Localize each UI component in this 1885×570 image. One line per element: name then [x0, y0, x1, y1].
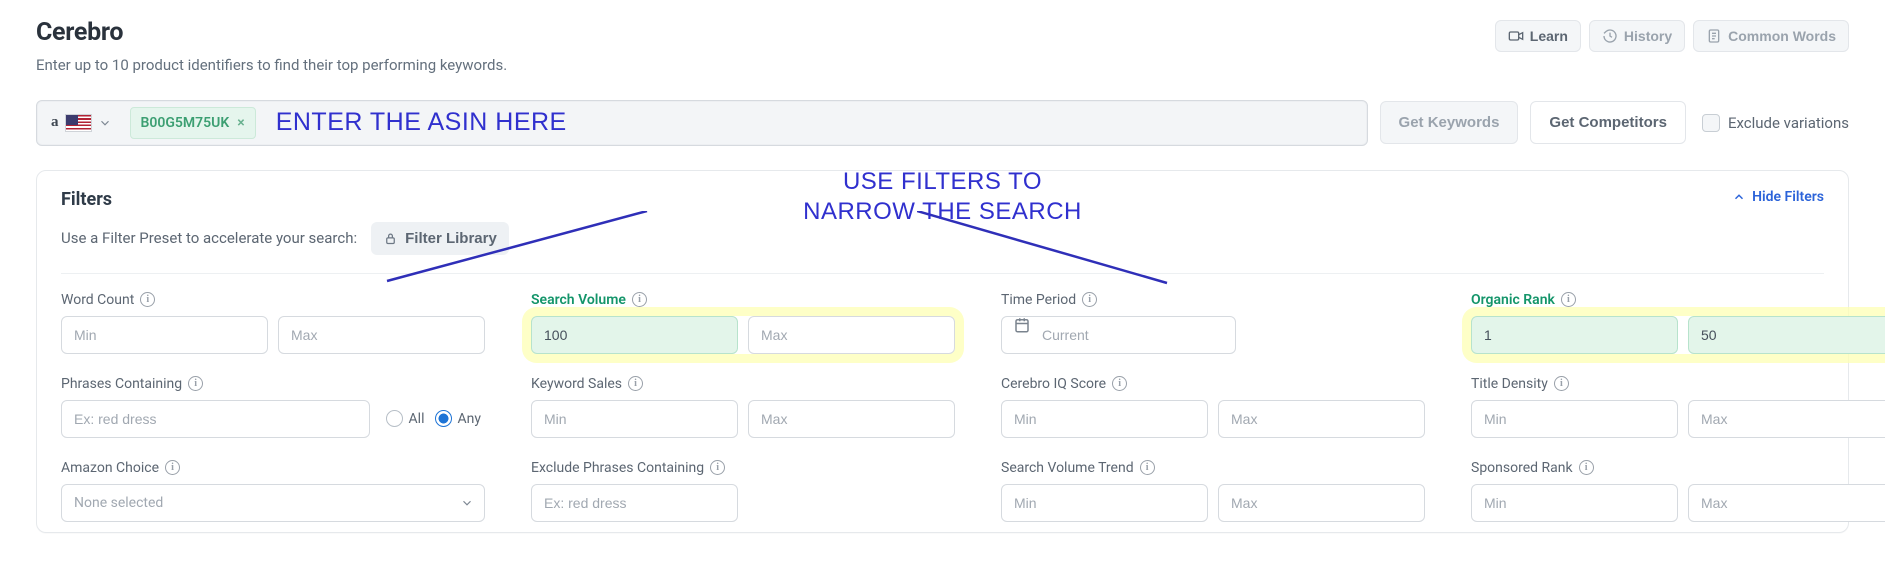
page-subtitle: Enter up to 10 product identifiers to fi…	[36, 56, 507, 76]
radio-all[interactable]	[386, 410, 403, 427]
page-title: Cerebro	[36, 18, 507, 47]
radio-all-label: All	[409, 411, 425, 427]
field-search-volume: Search Volume i	[531, 292, 955, 354]
label-search-volume: Search Volume	[531, 292, 626, 308]
label-amazon-choice: Amazon Choice	[61, 460, 159, 476]
info-icon[interactable]: i	[632, 292, 647, 307]
field-phrases-containing: Phrases Containing i All Any	[61, 376, 485, 438]
label-time-period: Time Period	[1001, 292, 1076, 308]
organic-rank-max[interactable]	[1688, 316, 1885, 354]
amazon-a-icon: a	[51, 114, 59, 131]
organic-rank-min[interactable]	[1471, 316, 1678, 354]
label-phrases-containing: Phrases Containing	[61, 376, 182, 392]
preset-text: Use a Filter Preset to accelerate your s…	[61, 229, 357, 247]
field-amazon-choice: Amazon Choice i None selected	[61, 460, 485, 522]
field-word-count: Word Count i	[61, 292, 485, 354]
amazon-choice-value: None selected	[74, 495, 163, 511]
label-keyword-sales: Keyword Sales	[531, 376, 622, 392]
hide-filters-toggle[interactable]: Hide Filters	[1732, 189, 1824, 205]
filter-library-label: Filter Library	[405, 230, 497, 247]
search-volume-max[interactable]	[748, 316, 955, 354]
field-cerebro-iq-score: Cerebro IQ Score i	[1001, 376, 1425, 438]
history-label: History	[1624, 28, 1672, 44]
time-period-input[interactable]	[1001, 316, 1236, 354]
field-sponsored-rank: Sponsored Rank i	[1471, 460, 1885, 522]
field-keyword-sales: Keyword Sales i	[531, 376, 955, 438]
exclude-phrases-input[interactable]	[531, 484, 738, 522]
label-title-density: Title Density	[1471, 376, 1548, 392]
title-density-max[interactable]	[1688, 400, 1885, 438]
asin-input-box[interactable]: a B00G5M75UK × ENTER THE ASIN HERE	[36, 100, 1368, 146]
filters-card: USE FILTERS TO NARROW THE SEARCH Filters…	[36, 170, 1849, 533]
word-count-max[interactable]	[278, 316, 485, 354]
sv-trend-max[interactable]	[1218, 484, 1425, 522]
info-icon[interactable]: i	[1554, 376, 1569, 391]
amazon-choice-select[interactable]: None selected	[61, 484, 485, 522]
asin-chip-text: B00G5M75UK	[141, 115, 230, 131]
filters-title: Filters	[61, 189, 112, 210]
radio-any[interactable]	[435, 410, 452, 427]
word-count-min[interactable]	[61, 316, 268, 354]
field-search-volume-trend: Search Volume Trend i	[1001, 460, 1425, 522]
exclude-variations-toggle[interactable]: Exclude variations	[1702, 114, 1849, 132]
label-organic-rank: Organic Rank	[1471, 292, 1555, 308]
info-icon[interactable]: i	[1140, 460, 1155, 475]
info-icon[interactable]: i	[1112, 376, 1127, 391]
calendar-icon	[1013, 316, 1031, 334]
common-words-button[interactable]: Common Words	[1693, 20, 1849, 52]
info-icon[interactable]: i	[165, 460, 180, 475]
sv-trend-min[interactable]	[1001, 484, 1208, 522]
filter-library-button[interactable]: Filter Library	[371, 222, 509, 255]
history-icon	[1602, 28, 1618, 44]
field-organic-rank: Organic Rank i	[1471, 292, 1885, 354]
info-icon[interactable]: i	[1561, 292, 1576, 307]
checkbox-icon[interactable]	[1702, 114, 1720, 132]
us-flag-icon	[65, 114, 92, 132]
keyword-sales-max[interactable]	[748, 400, 955, 438]
sponsored-rank-min[interactable]	[1471, 484, 1678, 522]
label-exclude-phrases: Exclude Phrases Containing	[531, 460, 704, 476]
field-time-period: Time Period i	[1001, 292, 1425, 354]
radio-any-label: Any	[458, 411, 482, 427]
chevron-down-icon	[460, 496, 474, 510]
chip-remove-icon[interactable]: ×	[237, 116, 244, 130]
info-icon[interactable]: i	[1082, 292, 1097, 307]
info-icon[interactable]: i	[710, 460, 725, 475]
exclude-variations-label: Exclude variations	[1728, 114, 1849, 132]
video-icon	[1508, 28, 1524, 44]
annotation-asin: ENTER THE ASIN HERE	[276, 108, 567, 137]
keyword-sales-min[interactable]	[531, 400, 738, 438]
label-sponsored-rank: Sponsored Rank	[1471, 460, 1573, 476]
get-keywords-button[interactable]: Get Keywords	[1380, 101, 1519, 144]
label-sv-trend: Search Volume Trend	[1001, 460, 1134, 476]
field-title-density: Title Density i	[1471, 376, 1885, 438]
iq-score-min[interactable]	[1001, 400, 1208, 438]
label-word-count: Word Count	[61, 292, 134, 308]
iq-score-max[interactable]	[1218, 400, 1425, 438]
title-density-min[interactable]	[1471, 400, 1678, 438]
marketplace-selector[interactable]: a	[43, 110, 120, 136]
info-icon[interactable]: i	[188, 376, 203, 391]
chevron-down-icon	[98, 116, 112, 130]
phrases-containing-input[interactable]	[61, 400, 370, 438]
chevron-up-icon	[1732, 190, 1746, 204]
learn-label: Learn	[1530, 28, 1568, 44]
get-competitors-button[interactable]: Get Competitors	[1530, 101, 1686, 144]
search-volume-min[interactable]	[531, 316, 738, 354]
label-iq-score: Cerebro IQ Score	[1001, 376, 1106, 392]
common-words-label: Common Words	[1728, 28, 1836, 44]
sponsored-rank-max[interactable]	[1688, 484, 1885, 522]
learn-button[interactable]: Learn	[1495, 20, 1581, 52]
hide-filters-label: Hide Filters	[1752, 189, 1824, 205]
lock-icon	[383, 231, 398, 246]
history-button[interactable]: History	[1589, 20, 1685, 52]
info-icon[interactable]: i	[140, 292, 155, 307]
info-icon[interactable]: i	[628, 376, 643, 391]
field-exclude-phrases: Exclude Phrases Containing i	[531, 460, 955, 522]
document-icon	[1706, 28, 1722, 44]
asin-chip[interactable]: B00G5M75UK ×	[130, 107, 256, 139]
info-icon[interactable]: i	[1579, 460, 1594, 475]
